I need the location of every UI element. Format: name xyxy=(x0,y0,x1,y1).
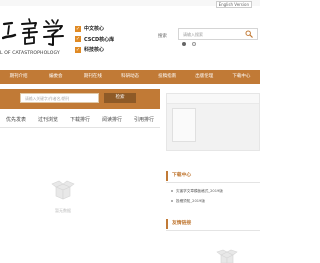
article-search-button[interactable]: 检索 xyxy=(104,93,136,103)
search-scope-radio[interactable] xyxy=(182,42,186,46)
badge-item: ✓ 科技核心 xyxy=(75,45,114,54)
badge-label: CSCD核心库 xyxy=(84,36,115,43)
badge-item: ✓ 中文核心 xyxy=(75,24,114,33)
nav-item[interactable]: 期刊介绍 xyxy=(0,70,37,84)
search-scope-radio[interactable] xyxy=(192,42,196,46)
empty-box-icon xyxy=(216,249,238,263)
language-link[interactable]: English Version xyxy=(215,1,252,8)
empty-state: 暂无数据 xyxy=(50,179,76,214)
nav-item[interactable]: 编委会 xyxy=(37,70,74,84)
tab-archive[interactable]: 过刊浏览 xyxy=(32,112,64,127)
download-item-label[interactable]: 灾害学文章模板格式_2019版 xyxy=(176,189,223,194)
badge-label: 中文核心 xyxy=(84,26,105,32)
nav-item[interactable]: 下载中心 xyxy=(223,70,260,84)
search-scope-radios xyxy=(182,42,196,46)
tab-priority[interactable]: 优先发表 xyxy=(0,112,32,127)
bullet-icon xyxy=(171,200,173,202)
page: English Version L OF CATASTROPHOLOGY ✓ 中… xyxy=(0,0,260,263)
empty-state-text: 暂无数据 xyxy=(55,208,71,213)
article-search-input[interactable]: 请输入关键字/作者名/期刊 xyxy=(20,93,99,103)
divider xyxy=(166,230,260,231)
nav-item[interactable]: 出版伦理 xyxy=(186,70,223,84)
badge-label: 科技核心 xyxy=(84,47,105,53)
search-input[interactable]: 请输入搜索 xyxy=(178,28,258,40)
check-icon: ✓ xyxy=(75,46,81,53)
tab-downloads[interactable]: 下载排行 xyxy=(64,112,96,127)
download-center-title: 下载中心 xyxy=(166,171,260,181)
check-icon: ✓ xyxy=(75,36,81,42)
list-item[interactable]: 投稿须知_2019版 xyxy=(171,196,223,206)
nav-item[interactable]: 期刊在线 xyxy=(74,70,111,84)
download-item-label[interactable]: 投稿须知_2019版 xyxy=(176,199,205,204)
article-search-placeholder: 请输入关键字/作者名/期刊 xyxy=(25,96,70,101)
nav-item[interactable]: 投稿指南 xyxy=(149,70,186,84)
search-placeholder: 请输入搜索 xyxy=(183,32,203,37)
sidebar-cover-header xyxy=(167,94,259,104)
cover-thumbnail[interactable] xyxy=(172,108,196,142)
article-tabs: 优先发表 过刊浏览 下载排行 阅读排行 引用排行 xyxy=(0,112,160,128)
nav-item[interactable]: 科研动态 xyxy=(111,70,148,84)
check-icon: ✓ xyxy=(75,25,81,32)
logo-subtitle: L OF CATASTROPHOLOGY xyxy=(0,51,60,56)
download-list: 灾害学文章模板格式_2019版 投稿须知_2019版 xyxy=(171,186,223,206)
friend-links-title: 友情链接 xyxy=(166,219,260,229)
empty-box-icon xyxy=(51,180,75,200)
search-label: 搜索 xyxy=(158,34,167,39)
list-item[interactable]: 灾害学文章模板格式_2019版 xyxy=(171,186,223,196)
tab-reads[interactable]: 阅读排行 xyxy=(96,112,128,127)
journal-logo xyxy=(2,18,64,46)
divider xyxy=(166,182,260,183)
index-badges: ✓ 中文核心 ✓ CSCD核心库 ✓ 科技核心 xyxy=(75,24,114,56)
badge-item: ✓ CSCD核心库 xyxy=(75,35,114,44)
tab-citations[interactable]: 引用排行 xyxy=(128,112,160,127)
sidebar-cover-box xyxy=(166,93,260,151)
search-icon[interactable] xyxy=(245,30,253,38)
main-nav: 期刊介绍 编委会 期刊在线 科研动态 投稿指南 出版伦理 下载中心 xyxy=(0,70,260,84)
article-search-banner: 请输入关键字/作者名/期刊 检索 xyxy=(0,89,160,109)
bullet-icon xyxy=(171,190,173,192)
